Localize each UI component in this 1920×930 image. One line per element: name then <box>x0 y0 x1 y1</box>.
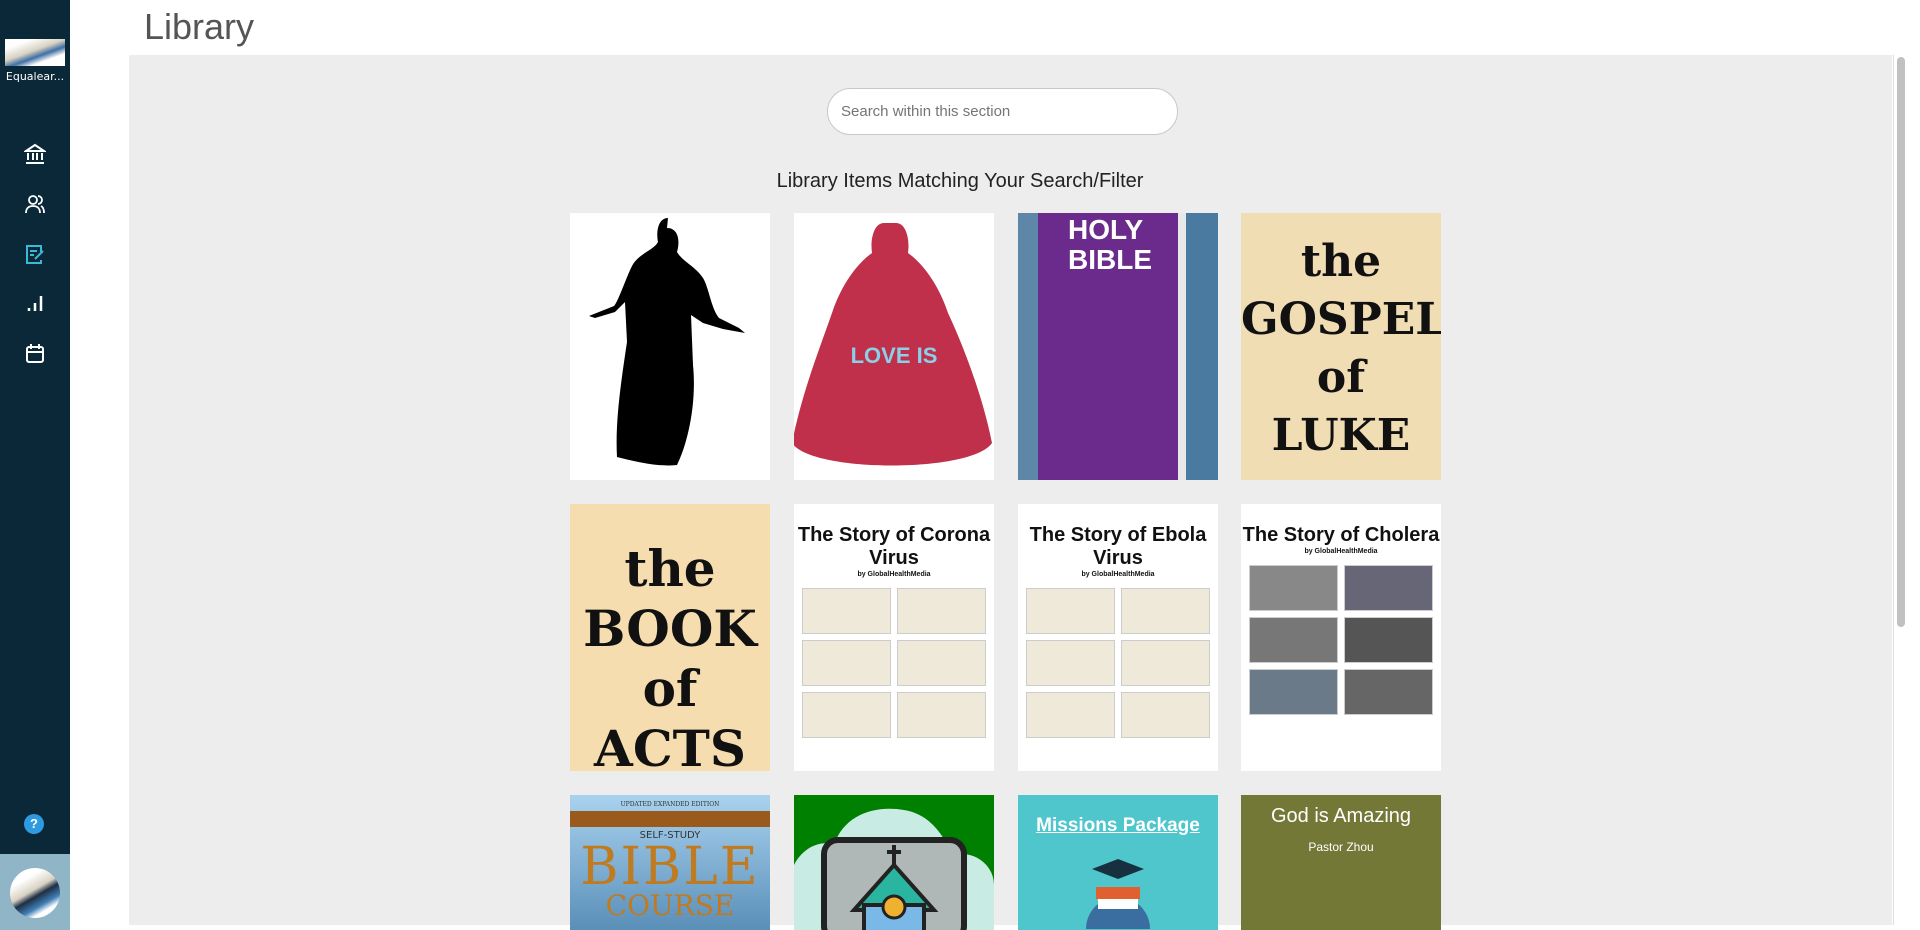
users-icon[interactable] <box>22 191 48 217</box>
stats-icon[interactable] <box>22 290 48 316</box>
library-item[interactable] <box>794 795 994 930</box>
item-text: BIBLE <box>580 837 760 897</box>
item-byline: by GlobalHealthMedia <box>1304 548 1378 555</box>
item-byline: by GlobalHealthMedia <box>1081 571 1155 578</box>
library-item[interactable]: UPDATED EXPANDED EDITION SELF-STUDY BIBL… <box>570 795 770 930</box>
jesus-silhouette-image <box>589 218 745 466</box>
item-author: Pastor Zhou <box>1308 840 1374 854</box>
account-button[interactable] <box>0 854 70 930</box>
item-title: The Story of Ebola Virus <box>1029 524 1207 569</box>
sidebar: Equalear... ? <box>0 0 70 930</box>
item-title: The Story of Corona Virus <box>797 524 991 569</box>
help-icon[interactable]: ? <box>24 814 44 834</box>
search-input[interactable] <box>827 88 1178 135</box>
library-item[interactable]: The Story of Corona Virus by GlobalHealth… <box>794 504 994 771</box>
item-text: HOLY BIBLE <box>1068 214 1152 275</box>
library-item[interactable]: God is Amazing Pastor Zhou <box>1241 795 1441 930</box>
svg-text:LOVE IS: LOVE IS <box>851 343 938 368</box>
item-byline: by GlobalHealthMedia <box>857 571 931 578</box>
church-broadcast-image <box>794 808 994 930</box>
item-title: God is Amazing <box>1270 805 1412 827</box>
item-edition: UPDATED EXPANDED EDITION <box>620 801 720 808</box>
assignment-icon[interactable] <box>22 241 48 267</box>
avatar <box>10 868 60 918</box>
brand-name[interactable]: Equalear... <box>0 70 70 83</box>
item-title: The Story of Cholera <box>1242 524 1440 546</box>
logo[interactable] <box>5 39 65 66</box>
scrollbar-thumb[interactable] <box>1897 57 1905 627</box>
library-item[interactable]: LOVE IS <box>794 213 994 480</box>
library-item[interactable]: the GOSPEL of LUKE <box>1241 213 1441 480</box>
graduation-globe-image <box>1086 859 1150 930</box>
library-item[interactable]: the BOOK of ACTS <box>570 504 770 771</box>
library-item[interactable]: The Story of Ebola Virus by GlobalHealthM… <box>1018 504 1218 771</box>
library-item[interactable]: HOLY BIBLE <box>1018 213 1218 480</box>
library-item[interactable]: The Story of Cholera by GlobalHealthMedia <box>1241 504 1441 771</box>
item-title: Missions Package <box>1036 815 1200 836</box>
library-item[interactable] <box>570 213 770 480</box>
institution-icon[interactable] <box>22 141 48 167</box>
library-item[interactable]: Missions Package <box>1018 795 1218 930</box>
calendar-icon[interactable] <box>22 340 48 366</box>
item-text: the GOSPEL of LUKE <box>1241 236 1441 461</box>
love-is-image: LOVE IS <box>794 223 992 466</box>
results-heading: Library Items Matching Your Search/Filte… <box>776 170 1144 192</box>
page-title: Library <box>144 6 255 47</box>
item-text: the BOOK of ACTS <box>583 539 757 771</box>
